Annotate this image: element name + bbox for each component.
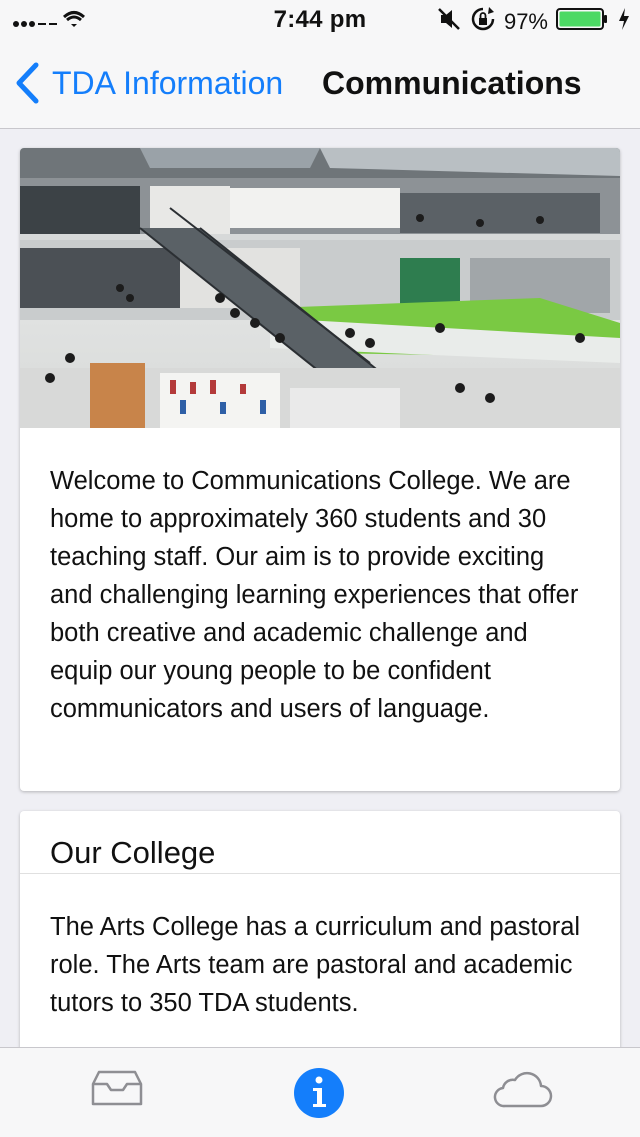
college-card: Our College The Arts College has a curri… bbox=[20, 811, 620, 1047]
battery-icon bbox=[556, 7, 610, 36]
battery-percent: 97% bbox=[503, 8, 548, 34]
info-icon bbox=[294, 1068, 344, 1118]
charging-bolt-icon bbox=[618, 7, 630, 36]
chevron-left-icon bbox=[16, 62, 39, 104]
cloud-icon bbox=[493, 1071, 553, 1108]
back-button-label: TDA Information bbox=[52, 64, 284, 101]
back-button[interactable]: TDA Information bbox=[14, 62, 283, 104]
page-title: Communications bbox=[322, 65, 582, 101]
intro-card: Welcome to Communications College. We ar… bbox=[20, 148, 620, 791]
mute-icon bbox=[436, 6, 462, 37]
tab-info[interactable] bbox=[292, 1066, 352, 1118]
tab-inbox[interactable] bbox=[89, 1068, 149, 1118]
inbox-icon bbox=[91, 1070, 143, 1106]
section-title: Our College bbox=[20, 811, 620, 874]
status-right: 97% bbox=[436, 6, 630, 37]
college-text: The Arts College has a curriculum and pa… bbox=[50, 913, 581, 1017]
tab-cloud[interactable] bbox=[491, 1068, 553, 1118]
status-bar: 7:44 pm 97% bbox=[0, 0, 640, 40]
scroll-content[interactable]: Welcome to Communications College. We ar… bbox=[0, 129, 640, 1047]
rotation-lock-icon bbox=[470, 6, 496, 37]
atrium-photo bbox=[20, 148, 620, 428]
navigation-bar: TDA Information Communications bbox=[0, 40, 640, 129]
tab-bar bbox=[0, 1047, 640, 1137]
intro-text: Welcome to Communications College. We ar… bbox=[50, 467, 579, 723]
